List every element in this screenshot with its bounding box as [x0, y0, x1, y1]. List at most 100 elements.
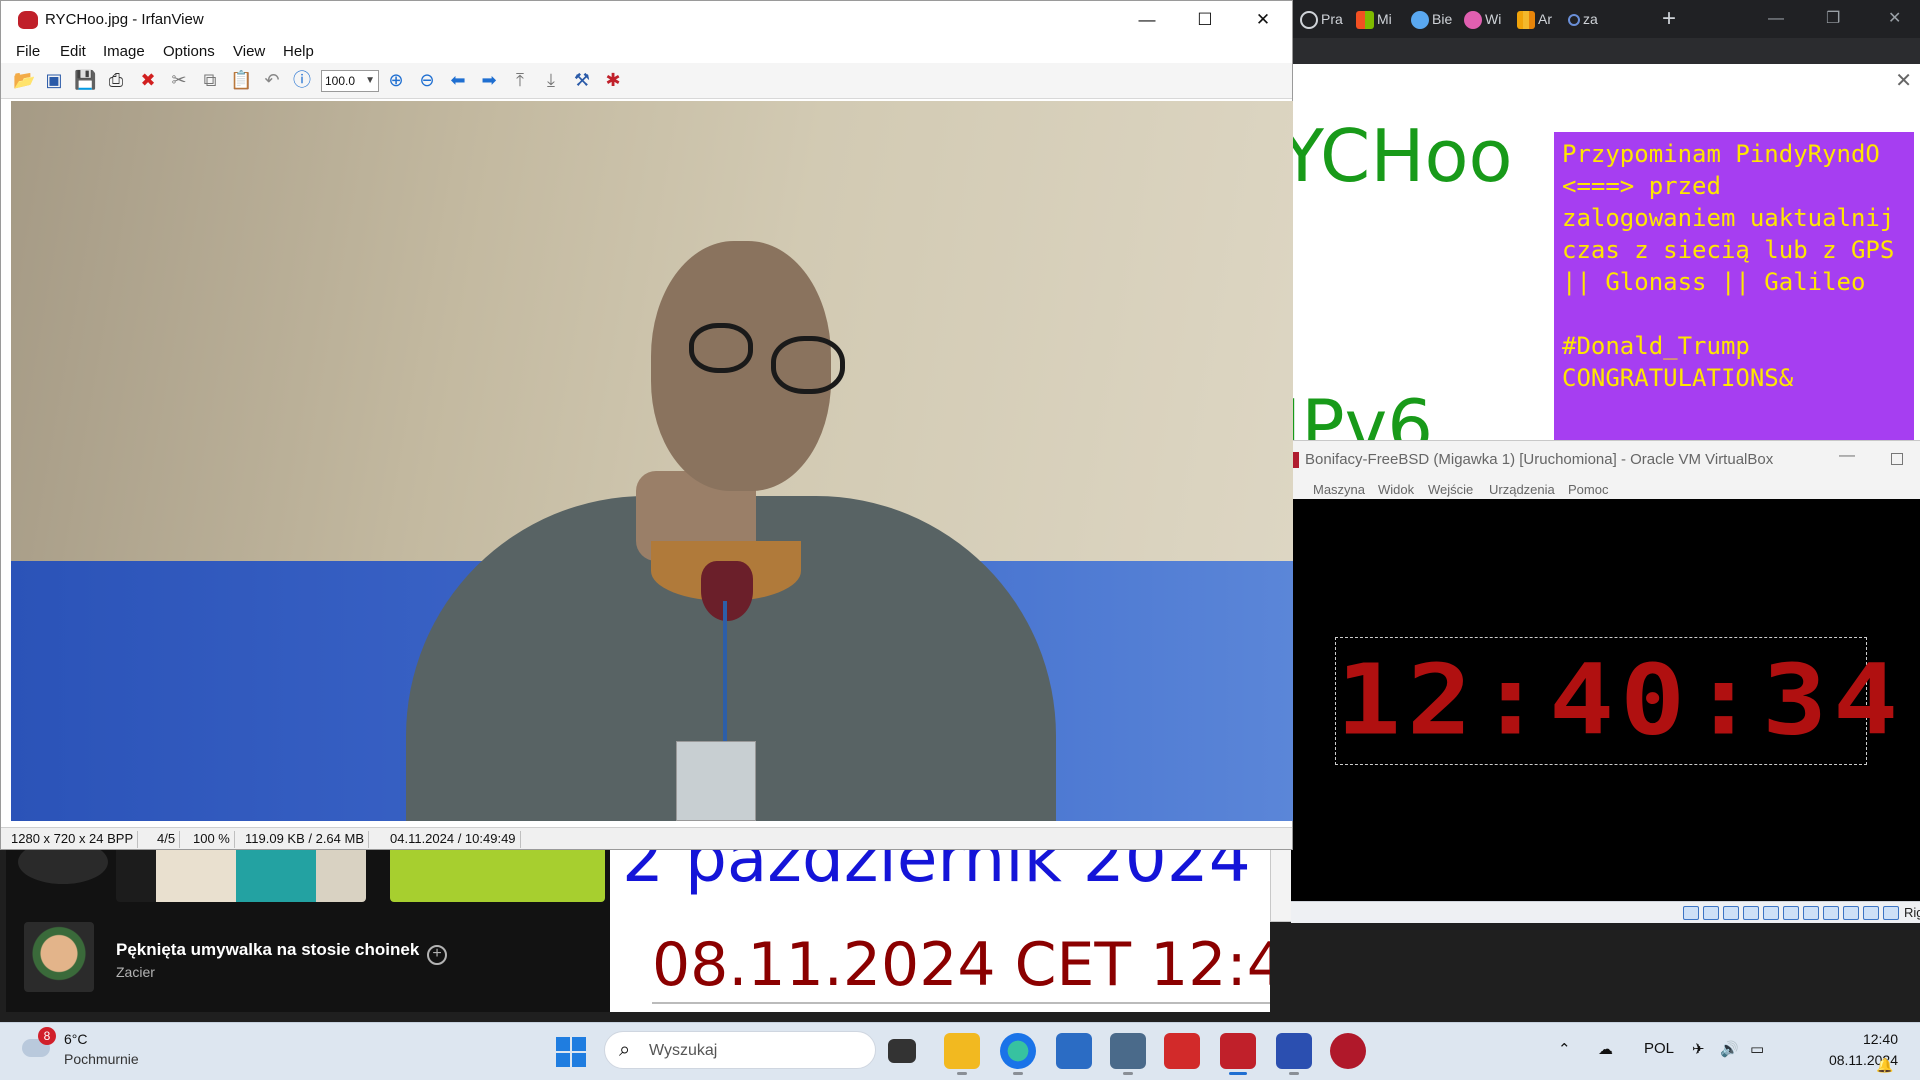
usb-icon[interactable] — [1763, 906, 1779, 920]
browser-tab[interactable]: Bie — [1411, 6, 1463, 32]
slideshow-icon[interactable]: ▣ — [43, 70, 65, 92]
task-view-icon[interactable] — [888, 1039, 916, 1063]
info-icon[interactable]: ⓘ — [291, 70, 313, 92]
file-explorer-icon[interactable] — [944, 1033, 980, 1075]
zoom-out-icon[interactable]: ⊖ — [416, 70, 438, 92]
menu-item-urzadzenia[interactable]: Urządzenia — [1489, 482, 1555, 497]
shared-folders-icon[interactable] — [1783, 906, 1799, 920]
previous-icon[interactable]: ⬅ — [447, 70, 469, 92]
irfanview-icon[interactable] — [1220, 1033, 1256, 1075]
notification-bell-icon[interactable]: 🔔 — [1876, 1057, 1893, 1074]
menu-item-pomoc[interactable]: Pomoc — [1568, 482, 1608, 497]
menu-item-maszyna[interactable]: Maszyna — [1313, 482, 1365, 497]
recording-icon[interactable] — [1823, 906, 1839, 920]
page-heading: YCHoo — [1290, 114, 1513, 198]
print-icon[interactable]: ⎙ — [105, 70, 127, 92]
menu-edit[interactable]: Edit — [60, 43, 86, 60]
browser-tab-label: Mi — [1377, 11, 1392, 27]
close-icon[interactable]: ✕ — [1888, 6, 1901, 32]
browser-window: Pra Mi Bie Wi Ar za + — ❐ ✕ ✕ YCHoo IPv6… — [1290, 0, 1920, 440]
virtualbox-titlebar[interactable]: Bonifacy-FreeBSD (Migawka 1) [Uruchomion… — [1271, 441, 1920, 479]
save-icon[interactable] — [1276, 1033, 1312, 1075]
zoom-in-icon[interactable]: ⊕ — [385, 70, 407, 92]
acrobat-icon[interactable] — [1164, 1033, 1200, 1069]
save-icon[interactable]: 💾 — [74, 70, 96, 92]
menu-image[interactable]: Image — [103, 43, 145, 60]
undo-icon[interactable]: ↶ — [261, 70, 283, 92]
menu-item-wejscie[interactable]: Wejście — [1428, 482, 1473, 497]
edge-icon[interactable] — [1000, 1033, 1036, 1075]
restore-icon[interactable]: ❐ — [1826, 6, 1840, 32]
settings-icon[interactable]: ⚒ — [571, 70, 593, 92]
chevron-up-icon[interactable]: ⌃ — [1558, 1040, 1571, 1058]
menu-item-widok[interactable]: Widok — [1378, 482, 1414, 497]
chart-icon — [1517, 11, 1535, 30]
clock-frame: 12:40:34 — [1335, 637, 1898, 765]
browser-tab[interactable]: Ar — [1517, 6, 1567, 32]
browser-tab-label: za — [1583, 11, 1598, 27]
audio-icon[interactable] — [1723, 906, 1739, 920]
menu-view[interactable]: View — [233, 43, 265, 60]
minimize-icon[interactable]: — — [1768, 6, 1784, 32]
minimize-icon[interactable]: — — [1119, 5, 1175, 35]
menu-options[interactable]: Options — [163, 43, 215, 60]
paste-icon[interactable]: 📋 — [230, 70, 252, 92]
airplane-mode-icon[interactable]: ✈ — [1692, 1040, 1705, 1058]
search-placeholder: Wyszukaj — [649, 1042, 718, 1059]
vm-screen[interactable]: 12:40:34 — [1291, 499, 1920, 901]
language-indicator[interactable]: POL — [1644, 1040, 1674, 1057]
minimize-icon[interactable]: — — [1839, 447, 1855, 465]
new-tab-icon[interactable]: + — [1662, 6, 1676, 32]
menu-help[interactable]: Help — [283, 43, 314, 60]
cpu-icon[interactable] — [1843, 906, 1859, 920]
zoom-select[interactable]: 100.0 ▼ — [321, 70, 379, 92]
status-datetime: 04.11.2024 / 10:49:49 — [386, 831, 521, 848]
copy-icon[interactable]: ⧉ — [199, 70, 221, 92]
first-page-icon[interactable]: ⤒ — [509, 70, 531, 92]
optical-drive-icon[interactable] — [1703, 906, 1719, 920]
d-app-icon[interactable] — [1330, 1033, 1366, 1069]
windows-logo-icon — [556, 1037, 570, 1051]
volume-icon[interactable]: 🔊 — [1720, 1040, 1739, 1058]
irfanview-about-icon[interactable]: ✱ — [602, 70, 624, 92]
track-artist[interactable]: Zacier — [116, 964, 155, 980]
track-title[interactable]: Pęknięta umywalka na stosie choinek — [116, 940, 419, 960]
close-icon[interactable]: ✕ — [1235, 5, 1291, 35]
last-page-icon[interactable]: ⤓ — [540, 70, 562, 92]
window-title: RYCHoo.jpg - IrfanView — [45, 11, 204, 28]
maximize-icon[interactable] — [1891, 453, 1903, 465]
disk-icon[interactable] — [1683, 906, 1699, 920]
open-folder-icon[interactable]: 📂 — [13, 70, 35, 92]
virtualbox-icon[interactable] — [1110, 1033, 1146, 1075]
start-button[interactable] — [556, 1037, 586, 1067]
browser-tab[interactable]: Mi — [1356, 6, 1410, 32]
mouse-icon[interactable] — [1863, 906, 1879, 920]
close-icon[interactable]: ✕ — [1895, 68, 1912, 93]
browser-tab[interactable]: Pra — [1300, 6, 1355, 32]
delete-icon[interactable]: ✖ — [137, 70, 159, 92]
taskbar-search[interactable]: ⌕ Wyszukaj — [604, 1031, 876, 1069]
toolbar: 📂 ▣ 💾 ⎙ ✖ ✂ ⧉ 📋 ↶ ⓘ 100.0 ▼ ⊕ ⊖ ⬅ ➡ ⤒ ⤓ ⚒… — [1, 63, 1292, 99]
copilot-icon — [1411, 11, 1429, 30]
virtualbox-statusbar: Righ — [1291, 901, 1920, 923]
irfanview-titlebar[interactable]: RYCHoo.jpg - IrfanView — ☐ ✕ — [1, 1, 1292, 39]
next-icon[interactable]: ➡ — [478, 70, 500, 92]
add-icon[interactable]: + — [427, 945, 447, 965]
menu-file[interactable]: File — [16, 43, 40, 60]
cut-icon[interactable]: ✂ — [168, 70, 190, 92]
running-indicator — [957, 1072, 967, 1075]
clock-time[interactable]: 12:40 — [1818, 1031, 1898, 1047]
image-canvas[interactable] — [11, 101, 1293, 821]
battery-icon[interactable]: ▭ — [1750, 1040, 1764, 1058]
browser-tab[interactable]: za — [1568, 6, 1628, 32]
store-icon[interactable] — [1056, 1033, 1092, 1069]
reminder-box: Przypominam PindyRyndO <===> przed zalog… — [1554, 132, 1914, 440]
irfanview-icon — [18, 11, 38, 29]
maximize-icon[interactable]: ☐ — [1177, 5, 1233, 35]
onedrive-icon[interactable]: ☁ — [1598, 1040, 1613, 1058]
display-icon[interactable] — [1803, 906, 1819, 920]
status-index: 4/5 — [153, 831, 181, 848]
browser-tab[interactable]: Wi — [1464, 6, 1516, 32]
network-icon[interactable] — [1743, 906, 1759, 920]
keyboard-icon[interactable] — [1883, 906, 1899, 920]
